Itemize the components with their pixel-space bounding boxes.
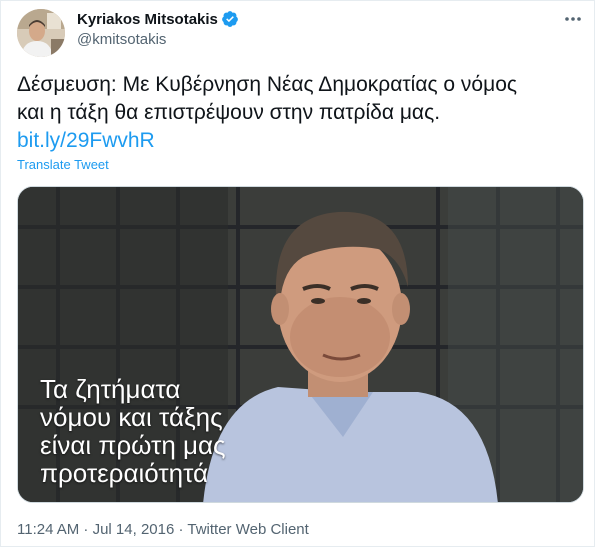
tweet-card: Kyriakos Mitsotakis @kmitsotakis Δέσμευσ… [0, 0, 595, 547]
tweet-link[interactable]: bit.ly/29FwvhR [17, 127, 582, 155]
video-caption-line-1: Τα ζητήματα [40, 374, 181, 404]
video-caption-line-2: νόμου και τάξης [40, 402, 223, 432]
translate-tweet-link[interactable]: Translate Tweet [17, 157, 109, 172]
author-name-row: Kyriakos Mitsotakis [77, 10, 239, 28]
author-name[interactable]: Kyriakos Mitsotakis [77, 11, 218, 28]
tweet-text: Δέσμευση: Με Κυβέρνηση Νέας Δημοκρατίας … [17, 71, 582, 155]
author-handle[interactable]: @kmitsotakis [77, 31, 166, 48]
video-caption-line-3: είναι πρώτη μας [40, 430, 226, 460]
tweet-timestamp[interactable]: 11:24 AM · Jul 14, 2016 · Twitter Web Cl… [17, 521, 309, 538]
tweet-text-line-1: Δέσμευση: Με Κυβέρνηση Νέας Δημοκρατίας … [17, 73, 518, 96]
video-caption-line-4: προτεραιότητά [40, 458, 209, 488]
avatar[interactable] [17, 9, 65, 57]
verified-badge-icon [222, 11, 238, 27]
avatar-image [17, 9, 65, 57]
tweet-text-line-2: και η τάξη θα επιστρέψουν στην πατρίδα μ… [17, 101, 441, 124]
tweet-video[interactable]: Τα ζητήματα νόμου και τάξης είναι πρώτη … [17, 186, 584, 503]
more-horizontal-icon[interactable] [563, 9, 583, 29]
video-caption: Τα ζητήματα νόμου και τάξης είναι πρώτη … [40, 375, 226, 487]
